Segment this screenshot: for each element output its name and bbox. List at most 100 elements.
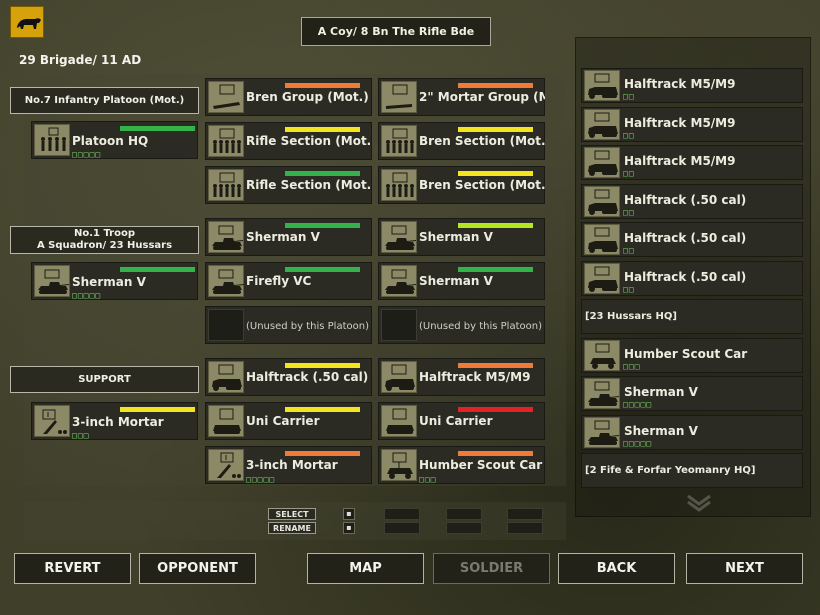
unit-name: Humber Scout Car [624, 346, 748, 361]
available-unit[interactable]: Halftrack (.50 cal) □□ [581, 222, 803, 257]
rifle-section-unit[interactable]: Rifle Section (Mot.) [205, 122, 372, 160]
firefly-unit[interactable]: Firefly VC [205, 262, 372, 300]
unit-name: Uni Carrier [419, 414, 493, 428]
unit-name: Firefly VC [246, 274, 312, 288]
condition-bar [120, 126, 195, 131]
troop-label-line2: A Squadron/ 23 Hussars [36, 240, 173, 251]
bren-group-unit[interactable]: Bren Group (Mot.) [205, 78, 372, 116]
carrier-unit[interactable]: Uni Carrier [378, 402, 545, 440]
rifle-section-unit[interactable]: Rifle Section (Mot.) [205, 166, 372, 204]
halftrack-icon [584, 262, 620, 294]
hq-group-header[interactable]: [23 Hussars HQ] [581, 299, 803, 334]
platoon-hq-unit[interactable]: Platoon HQ □□□□□ [31, 121, 198, 159]
crew-indicator: □□□ [623, 361, 641, 371]
unused-slot[interactable]: (Unused by this Platoon) [378, 306, 545, 344]
back-button[interactable]: BACK [558, 553, 675, 584]
unit-name: Sherman V [419, 274, 493, 288]
opponent-button[interactable]: OPPONENT [139, 553, 256, 584]
crew-indicator: □□ [623, 130, 635, 140]
mortar-icon [34, 405, 70, 437]
empty-slot-icon [208, 309, 244, 341]
support-label[interactable]: SUPPORT [10, 366, 199, 393]
select-slot[interactable] [446, 508, 482, 520]
available-unit[interactable]: Halftrack (.50 cal) □□ [581, 183, 803, 219]
halftrack-unit[interactable]: Halftrack (.50 cal) [205, 358, 372, 396]
support-label-text: SUPPORT [78, 373, 131, 385]
unit-name: Bren Section (Mot.) [419, 178, 545, 192]
available-unit[interactable]: Sherman V □□□□□ [581, 414, 803, 450]
map-button[interactable]: MAP [307, 553, 424, 584]
scout-car-unit[interactable]: Humber Scout Car □□□ [378, 446, 545, 484]
unit-name: Halftrack (.50 cal) [246, 370, 369, 384]
select-slot[interactable] [507, 508, 543, 520]
unit-name: 2" Mortar Group (Mot.) [419, 90, 545, 104]
tank-icon [381, 221, 417, 253]
halftrack-icon [584, 108, 620, 140]
available-unit[interactable]: Humber Scout Car □□□ [581, 337, 803, 373]
bren-section-unit[interactable]: Bren Section (Mot.) [378, 122, 545, 160]
unit-name: Sherman V [246, 230, 320, 244]
select-toggle-icon[interactable]: ▪ [343, 508, 355, 520]
unit-name: Sherman V [624, 423, 698, 438]
unit-name: Halftrack (.50 cal) [624, 192, 747, 207]
troop-label[interactable]: No.1 Troop A Squadron/ 23 Hussars [10, 226, 199, 254]
rename-button[interactable]: RENAME [268, 522, 316, 534]
condition-bar [285, 171, 360, 176]
unit-name: Humber Scout Car [419, 458, 543, 472]
crew-indicator: □□ [623, 169, 635, 178]
sherman-unit[interactable]: Sherman V [378, 262, 545, 300]
troop-hq-unit[interactable]: Sherman V □□□□□ [31, 262, 198, 300]
rename-toggle-icon[interactable]: ▪ [343, 522, 355, 534]
condition-bar [458, 83, 533, 88]
unit-name: Sherman V [72, 275, 146, 289]
next-button[interactable]: NEXT [686, 553, 803, 584]
soldier-button[interactable]: SOLDIER [433, 553, 550, 584]
rename-slot[interactable] [384, 522, 420, 534]
unit-name: Halftrack M5/M9 [624, 77, 736, 91]
mortar-icon [208, 449, 244, 481]
rename-slot[interactable] [507, 522, 543, 534]
platoon-label[interactable]: No.7 Infantry Platoon (Mot.) [10, 87, 199, 114]
halftrack-unit[interactable]: Halftrack M5/M9 [378, 358, 545, 396]
available-unit[interactable]: Halftrack M5/M9 □□ [581, 68, 803, 103]
tank-icon [584, 378, 620, 409]
revert-button[interactable]: REVERT [14, 553, 131, 584]
troop-label-line1: No.1 Troop [73, 228, 136, 239]
available-unit[interactable]: Halftrack M5/M9 □□ [581, 106, 803, 142]
available-unit[interactable]: Sherman V □□□□□ [581, 376, 803, 411]
sherman-unit[interactable]: Sherman V [205, 218, 372, 256]
support-hq-unit[interactable]: 3-inch Mortar □□□ [31, 402, 198, 440]
infantry-icon [34, 124, 70, 156]
condition-bar [285, 363, 360, 368]
hq-group-header[interactable]: [2 Fife & Forfar Yeomanry HQ] [581, 453, 803, 488]
mortar-unit[interactable]: 3-inch Mortar □□□□□ [205, 446, 372, 484]
infantry-icon [208, 125, 244, 157]
unit-name: Halftrack M5/M9 [624, 154, 736, 168]
select-slot[interactable] [384, 508, 420, 520]
tank-icon [381, 265, 417, 297]
condition-bar [458, 127, 533, 132]
unit-name: 3-inch Mortar [72, 415, 164, 429]
condition-bar [458, 407, 533, 412]
bren-section-unit[interactable]: Bren Section (Mot.) [378, 166, 545, 204]
halftrack-icon [584, 70, 620, 101]
empty-slot-icon [381, 309, 417, 341]
condition-bar [285, 83, 360, 88]
carrier-unit[interactable]: Uni Carrier [205, 402, 372, 440]
sherman-unit[interactable]: Sherman V [378, 218, 545, 256]
condition-bar [120, 267, 195, 272]
bull-icon [17, 18, 41, 29]
carrier-icon [208, 405, 244, 437]
select-button[interactable]: SELECT [268, 508, 316, 520]
unused-slot[interactable]: (Unused by this Platoon) [205, 306, 372, 344]
infantry-icon [381, 169, 417, 201]
tank-icon [208, 265, 244, 297]
available-unit[interactable]: Halftrack M5/M9 □□ [581, 145, 803, 180]
unused-label: (Unused by this Platoon) [419, 321, 542, 332]
available-unit[interactable]: Halftrack (.50 cal) □□ [581, 260, 803, 296]
condition-bar [458, 267, 533, 272]
condition-bar [285, 127, 360, 132]
mortar-group-unit[interactable]: 2" Mortar Group (Mot.) [378, 78, 545, 116]
rename-slot[interactable] [446, 522, 482, 534]
scroll-down-arrow[interactable] [684, 492, 714, 512]
